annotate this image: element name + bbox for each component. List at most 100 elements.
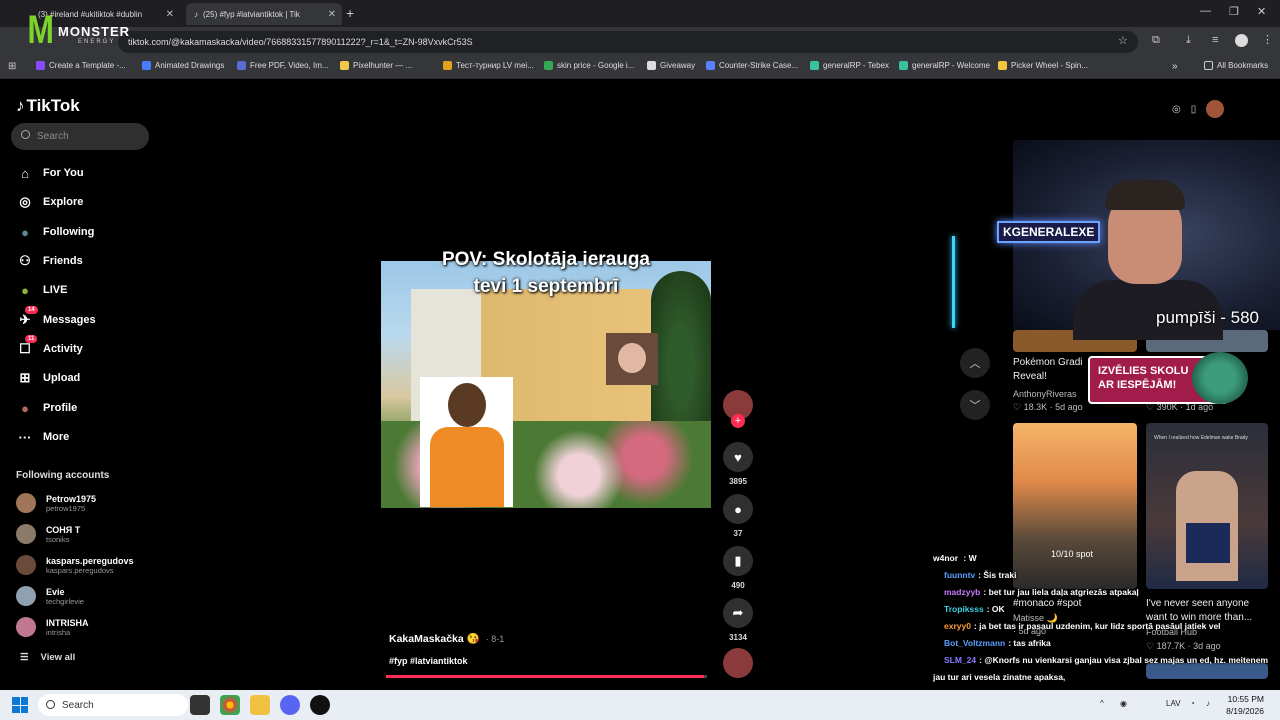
chat-text: : ja bet tas ir pasaul uzdenim, kur lidz… — [973, 621, 1221, 631]
extensions-icon[interactable]: ⧉ — [1152, 34, 1160, 47]
bookmark-item[interactable]: generalRP - Welcome — [899, 61, 990, 70]
bookmarks-overflow-icon[interactable]: » — [1172, 61, 1178, 72]
close-window-button[interactable]: ✕ — [1257, 5, 1266, 18]
user-avatar[interactable] — [1206, 100, 1225, 118]
url-field[interactable]: tiktok.com/@kakamaskacka/video/766883315… — [118, 31, 1138, 53]
tray-chevron-icon[interactable]: ^ — [1100, 699, 1104, 708]
discord-icon[interactable] — [280, 695, 300, 715]
taskbar-search[interactable]: Search — [38, 694, 188, 716]
reading-list-icon[interactable]: ≡ — [1212, 34, 1218, 46]
browser-tab-bar: (3) #ireland #ukitiktok #dublin ✕ ♪ (25) #… — [0, 0, 1280, 27]
bookmark-item[interactable]: skin price - Google i... — [544, 61, 634, 70]
following-account[interactable]: СОНЯ Тtsoniks — [16, 521, 80, 547]
clock-time: 10:55 PM — [1227, 694, 1264, 704]
save-button[interactable]: ▮ 490 — [722, 546, 754, 590]
bookmark-item[interactable]: Pixelhunter — ... — [340, 61, 412, 70]
sidebar-item-messages[interactable]: ✈ 14 Messages — [16, 306, 96, 331]
coin-icon[interactable]: ◎ — [1172, 104, 1181, 115]
bookmark-label: Picker Wheel - Spin... — [1011, 61, 1088, 70]
chat-message: Bot_Voltzmann: tas afrika — [944, 638, 1051, 648]
taskbar-search-label: Search — [62, 699, 94, 711]
download-icon[interactable]: ⤓ — [1186, 34, 1191, 47]
star-icon[interactable]: ☆ — [1118, 34, 1128, 47]
next-video-button[interactable]: ﹀ — [960, 390, 990, 420]
minimize-button[interactable]: — — [1200, 5, 1211, 17]
feed-card-thumbnail[interactable] — [1146, 663, 1268, 679]
chat-username: exryy0 — [944, 621, 971, 631]
taskbar-clock[interactable]: 10:55 PM 8/19/2026 — [1226, 693, 1264, 717]
file-explorer-icon[interactable] — [250, 695, 270, 715]
video-progress-bar[interactable] — [386, 675, 707, 678]
bookmark-label: skin price - Google i... — [557, 61, 635, 70]
bookmark-item[interactable]: Picker Wheel - Spin... — [998, 61, 1088, 70]
card-author[interactable]: AnthonyRiveras — [1013, 389, 1077, 399]
new-tab-button[interactable]: + — [346, 5, 354, 21]
bookmark-label: Animated Drawings — [155, 61, 225, 70]
sidebar-item-live[interactable]: ● LIVE — [16, 279, 67, 301]
follow-plus-icon[interactable]: + — [731, 414, 745, 428]
bookmark-item[interactable]: Тест-турнир LV mei... — [443, 61, 534, 70]
tiktok-logo[interactable]: ♪ TikTok — [16, 96, 80, 116]
bookmark-icon — [647, 61, 656, 70]
sidebar-item-activity[interactable]: ☐ 11 Activity — [16, 335, 83, 360]
feed-card-title[interactable]: Pokémon Gradi Reveal! — [1013, 356, 1082, 384]
sidebar-item-more[interactable]: ··· More — [16, 426, 70, 448]
share-button[interactable]: ➦ 3134 — [722, 598, 754, 642]
view-all-button[interactable]: ☰ View all — [20, 652, 75, 663]
wifi-icon[interactable]: ◔ — [1190, 699, 1195, 708]
sidebar-item-friends[interactable]: ⚇ Friends — [16, 250, 83, 272]
all-bookmarks-label: All Bookmarks — [1217, 61, 1269, 70]
chrome-icon[interactable] — [220, 695, 240, 715]
chat-message: w4nor : W — [933, 553, 977, 563]
all-bookmarks-button[interactable]: All Bookmarks — [1204, 61, 1268, 70]
obs-icon[interactable] — [310, 695, 330, 715]
close-tab-icon[interactable]: ✕ — [328, 9, 336, 20]
card-overlay-text: 10/10 spot — [1051, 549, 1094, 559]
maximize-button[interactable]: ❐ — [1229, 5, 1239, 18]
following-account[interactable]: Petrow1975 petrow1975 — [16, 490, 96, 516]
task-view-icon[interactable] — [190, 695, 210, 715]
chat-text: jau tur ari vesela zinatne apaksa, — [933, 672, 1066, 682]
following-account[interactable]: INTRISHA intrisha — [16, 614, 89, 640]
following-account[interactable]: Evie techgirlevie — [16, 583, 84, 609]
like-button[interactable]: ♥ 3895 — [722, 442, 754, 486]
messages-icon: ✈ 14 — [16, 306, 38, 329]
search-input[interactable]: Search — [11, 123, 149, 150]
browser-menu-icon[interactable]: ⋮ — [1262, 33, 1273, 46]
windows-start-icon[interactable] — [12, 697, 28, 713]
sidebar-item-following[interactable]: ● Following — [16, 221, 94, 243]
comment-count: 37 — [733, 529, 743, 538]
browser-tab-2[interactable]: ♪ (25) #fyp #latviantiktok | Tik ✕ — [186, 3, 342, 25]
bookmark-item[interactable]: generalRP - Tebex — [810, 61, 889, 70]
bookmark-item[interactable]: Counter-Strike Case... — [706, 61, 798, 70]
bookmark-icon — [443, 61, 452, 70]
sidebar-item-label: Activity — [43, 343, 83, 355]
network-icon[interactable]: ◉ — [1120, 699, 1127, 708]
comment-button[interactable]: ● 37 — [722, 494, 754, 538]
close-tab-icon[interactable]: ✕ — [166, 9, 174, 20]
feed-card-title[interactable]: #monaco #spot — [1013, 597, 1081, 611]
device-icon[interactable]: ▯ — [1191, 104, 1197, 115]
following-account[interactable]: kaspars.peregudovs kaspars.peregudovs — [16, 552, 134, 578]
chat-text: : OK — [986, 604, 1005, 614]
feed-card-thumbnail[interactable]: When I realized how Edelman wake Brady — [1146, 423, 1268, 589]
feed-card-thumbnail[interactable]: 10/10 spot — [1013, 423, 1137, 589]
sound-disc-button[interactable] — [722, 648, 754, 678]
bookmark-icon — [237, 61, 246, 70]
sidebar-item-profile[interactable]: ● Profile — [16, 397, 77, 419]
author-avatar-button[interactable]: + — [722, 390, 754, 428]
sidebar-item-upload[interactable]: ⊞ Upload — [16, 367, 81, 389]
video-author[interactable]: KakaMaskačka 😘 · 8-1 — [389, 632, 504, 645]
video-hashtags[interactable]: #fyp #latviantiktok — [389, 656, 468, 666]
previous-video-button[interactable]: ︿ — [960, 348, 990, 378]
profile-avatar-icon[interactable] — [1235, 34, 1248, 47]
bookmark-item[interactable]: Giveaway — [647, 61, 695, 70]
apps-grid-icon[interactable]: ⊞ — [8, 61, 16, 72]
url-text: tiktok.com/@kakamaskacka/video/766883315… — [128, 37, 473, 47]
sidebar-item-explore[interactable]: ◎ Explore — [16, 191, 83, 213]
language-indicator[interactable]: LAV — [1166, 699, 1181, 708]
bookmark-item[interactable]: Animated Drawings — [142, 61, 224, 70]
sidebar-item-for-you[interactable]: ⌂ For You — [16, 162, 83, 184]
volume-icon[interactable]: ♪ — [1206, 699, 1210, 708]
bookmark-item[interactable]: Free PDF, Video, Im... — [237, 61, 329, 70]
